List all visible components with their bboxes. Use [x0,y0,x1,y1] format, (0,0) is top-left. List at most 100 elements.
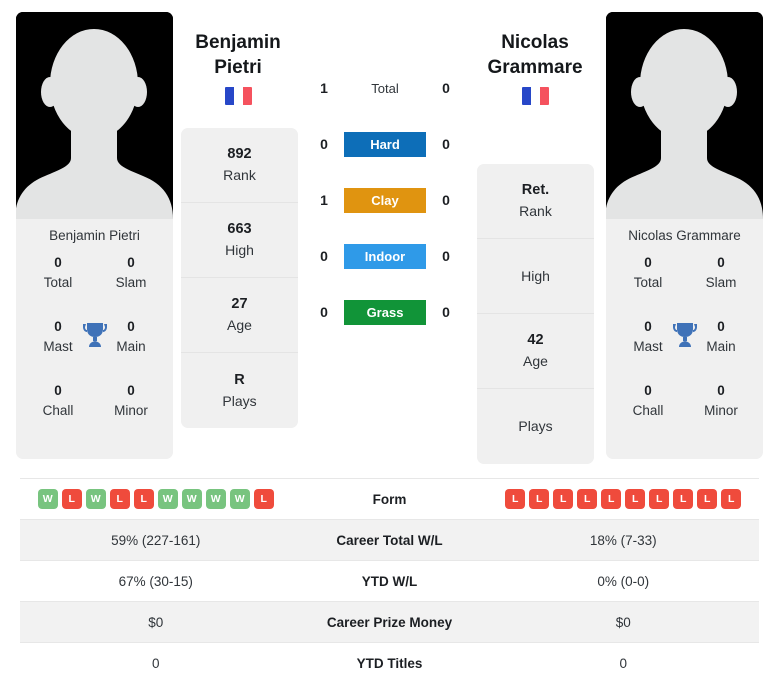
row-label: Career Prize Money [326,614,453,630]
info-label: High [521,267,550,284]
form-badge-loss[interactable]: L [133,489,154,509]
table-row-ytd-titles: 0 YTD Titles 0 [20,642,759,683]
surface-badge-grass[interactable]: Grass [344,299,426,325]
form-badge-loss[interactable]: L [721,489,742,509]
title-label: Slam [115,275,147,290]
avatar [16,12,173,219]
info-value: 892 [227,146,252,162]
form-badge-loss[interactable]: L [109,489,130,509]
form-badge-win[interactable]: W [157,489,178,509]
flag-stripe-blue [521,87,531,105]
france-flag-icon [521,87,549,105]
form-badge-loss[interactable]: L [601,489,622,509]
flag-stripe-blue [224,87,234,105]
title-stat: 0 Chall [622,381,674,445]
title-stat: 0 Minor [695,381,747,445]
info-cell-rank: 892 Rank [181,128,298,203]
form-badge-loss[interactable]: L [625,489,646,509]
surface-value-left: 1 [320,80,328,96]
info-cell-high: High [477,239,594,314]
form-badge-win[interactable]: W [37,489,58,509]
title-value: 0 [644,319,652,334]
form-badge-win[interactable]: W [181,489,202,509]
info-cell-rank: Ret. Rank [477,164,594,239]
info-label: High [225,242,254,258]
surface-value-right: 0 [442,304,450,320]
surface-value-right: 0 [442,248,450,264]
title-stat: 0 Minor [105,381,157,445]
row-label: Career Total W/L [336,532,443,548]
info-value: 663 [227,221,252,237]
player-card-right: Nicolas Grammare 0 Total 0 Slam 0 Mast 0… [606,12,763,459]
player-name-heading-left[interactable]: Benjamin Pietri [168,30,308,105]
form-list-right: LLLLLLLLLL [505,489,742,509]
surface-badge-cell: Indoor [343,243,427,269]
france-flag-icon [224,87,252,105]
form-badge-win[interactable]: W [205,489,226,509]
title-stat: 0 Total [622,253,674,317]
row-label: Form [372,491,407,507]
form-cell-left: WLWLLWWWWL [20,489,292,509]
table-row-form: WLWLLWWWWL Form LLLLLLLLLL [20,478,759,519]
surface-badge-total: Total [371,80,399,96]
titles-grid-right: 0 Total 0 Slam 0 Mast 0 Main 0 Chall 0 M… [606,253,763,459]
form-badge-loss[interactable]: L [649,489,670,509]
title-value: 0 [54,383,62,398]
avatar-name-right: Nicolas Grammare [628,228,741,243]
info-value: 42 [527,332,544,348]
title-label: Main [706,339,736,354]
table-row-career-total-wl: 59% (227-161) Career Total W/L 18% (7-33… [20,519,759,560]
row-label: YTD W/L [361,573,418,589]
surface-badge-indoor[interactable]: Indoor [344,243,426,269]
info-value: Ret. [521,182,550,198]
surface-badge-cell: Grass [343,299,427,325]
info-value: 27 [231,296,248,312]
form-badge-loss[interactable]: L [673,489,694,509]
surface-badge-cell: Hard [343,131,427,157]
title-stat: 0 Chall [32,381,84,445]
form-badge-loss[interactable]: L [553,489,574,509]
cell-right: 0 [619,655,627,671]
surface-badge-cell: Total [343,76,427,101]
form-badge-loss[interactable]: L [577,489,598,509]
cell-right: 18% (7-33) [589,532,657,548]
title-label: Total [43,275,73,290]
title-label: Chall [42,403,74,418]
title-stat: 0 Slam [695,253,747,317]
form-cell-right: LLLLLLLLLL [488,489,760,509]
title-value: 0 [717,383,725,398]
player-comparison-page: Benjamin Pietri 0 Total 0 Slam 0 Mast 0 … [0,0,779,699]
title-value: 0 [127,319,135,334]
title-label: Chall [632,403,664,418]
player-name-line2: Pietri [214,57,262,78]
info-cell-age: 42 Age [477,314,594,389]
title-label: Minor [114,403,148,418]
form-badge-loss[interactable]: L [697,489,718,509]
table-row-career-prize-money: $0 Career Prize Money $0 [20,601,759,642]
form-badge-loss[interactable]: L [61,489,82,509]
cell-left: 0 [151,655,160,671]
flag-stripe-red [242,87,252,105]
surface-breakdown: 1 Total 0 0 Hard 0 1 Clay 0 0 Indoor 0 0… [305,60,465,340]
title-label: Total [633,275,663,290]
title-value: 0 [127,255,135,270]
form-badge-loss[interactable]: L [505,489,526,509]
surface-value-left: 0 [320,136,328,152]
cell-left: 59% (227-161) [111,532,201,548]
form-badge-loss[interactable]: L [253,489,274,509]
title-stat: 0 Main [695,317,747,381]
player-name-line1: Nicolas [501,32,569,53]
surface-badge-hard[interactable]: Hard [344,131,426,157]
surface-badge-clay[interactable]: Clay [344,187,426,213]
player-name-heading-right[interactable]: Nicolas Grammare [465,30,605,105]
title-label: Slam [705,275,737,290]
info-cell-plays: R Plays [181,353,298,428]
row-label: YTD Titles [356,655,423,671]
form-badge-loss[interactable]: L [529,489,550,509]
player-card-left: Benjamin Pietri 0 Total 0 Slam 0 Mast 0 … [16,12,173,459]
form-badge-win[interactable]: W [85,489,106,509]
info-label: Plays [518,418,553,434]
form-badge-win[interactable]: W [229,489,250,509]
trophy-icon [672,321,698,349]
player-name-line1: Benjamin [195,32,281,53]
